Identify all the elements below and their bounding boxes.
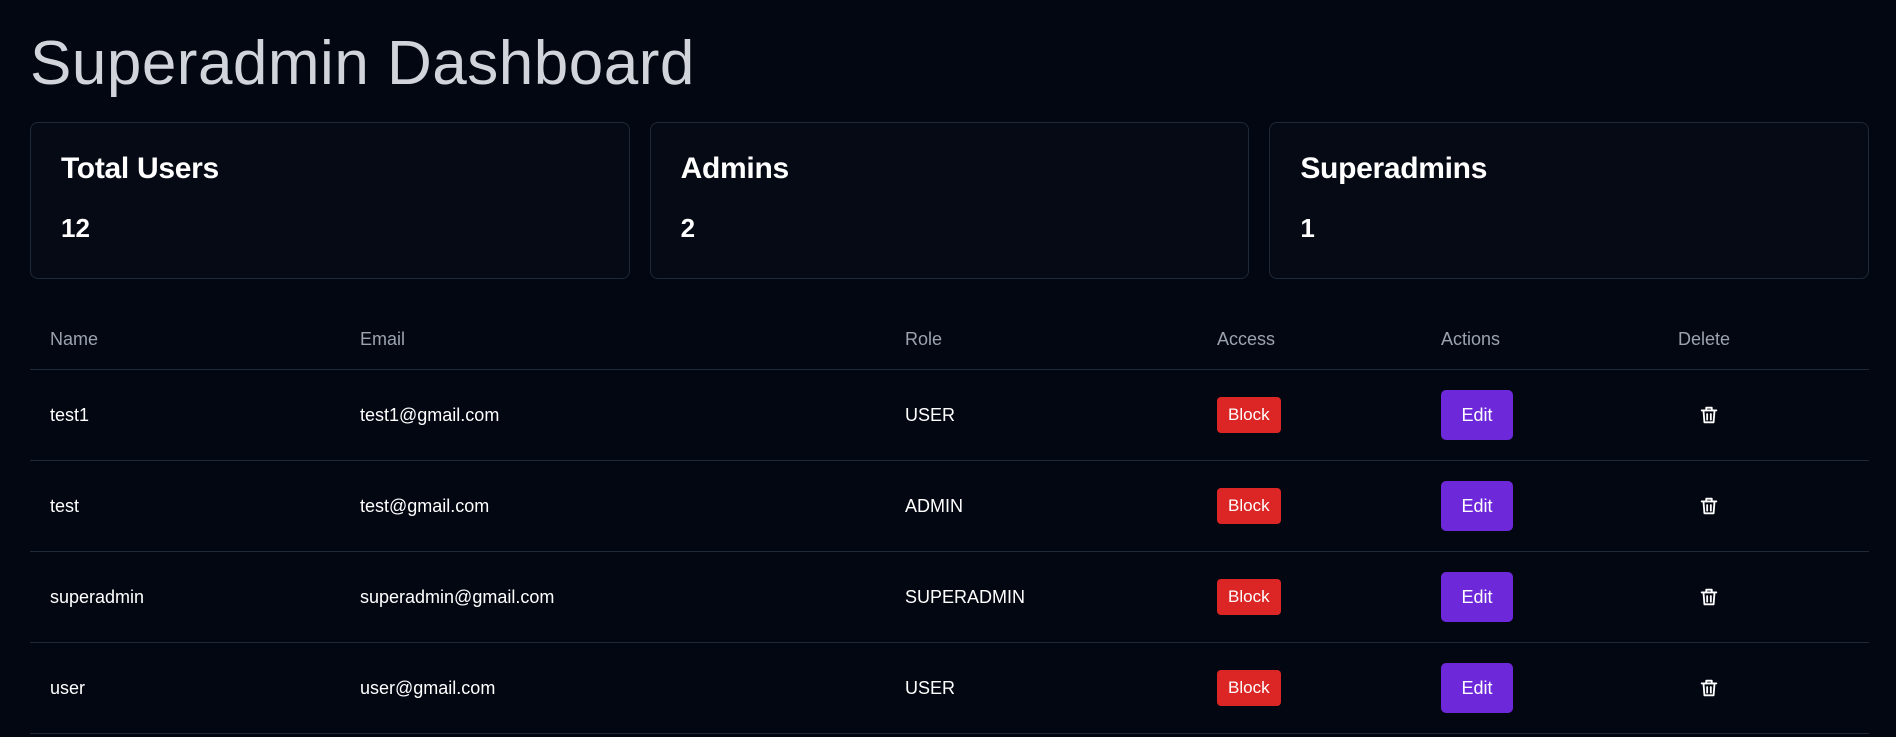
stat-card-total-users: Total Users 12 [30, 122, 630, 279]
table-header-row: Name Email Role Access Actions Delete [30, 310, 1869, 370]
header-name: Name [50, 329, 99, 349]
stat-title: Admins [680, 152, 790, 185]
table-row: test1 test1@gmail.com USER Block Edit [30, 370, 1869, 461]
block-button[interactable]: Block [1217, 579, 1281, 615]
cell-access: Block [1197, 579, 1421, 615]
page-title: Superadmin Dashboard [30, 29, 695, 98]
trash-icon[interactable] [1698, 495, 1720, 517]
cell-name: test [50, 495, 80, 516]
cell-delete [1658, 586, 1869, 608]
cell-email: superadmin@gmail.com [360, 586, 555, 607]
cell-role: SUPERADMIN [905, 586, 1026, 607]
edit-button[interactable]: Edit [1441, 481, 1513, 531]
cell-name: superadmin [50, 586, 145, 607]
block-button[interactable]: Block [1217, 397, 1281, 433]
cell-role: ADMIN [905, 495, 963, 516]
stat-value: 2 [680, 213, 696, 243]
cell-access: Block [1197, 488, 1421, 524]
users-table: Name Email Role Access Actions Delete te… [30, 310, 1869, 734]
header-email: Email [360, 329, 406, 349]
edit-button[interactable]: Edit [1441, 572, 1513, 622]
cell-access: Block [1197, 397, 1421, 433]
table-row: user user@gmail.com USER Block Edit [30, 643, 1869, 734]
stats-cards: Total Users 12 Admins 2 Superadmins 1 [30, 122, 1870, 279]
dashboard-page: Superadmin Dashboard Total Users 12 Admi… [0, 0, 1896, 737]
trash-icon[interactable] [1698, 586, 1720, 608]
cell-delete [1658, 404, 1869, 426]
cell-delete [1658, 677, 1869, 699]
header-access: Access [1217, 329, 1276, 349]
block-button[interactable]: Block [1217, 488, 1281, 524]
cell-actions: Edit [1421, 390, 1658, 440]
cell-role: USER [905, 404, 956, 425]
cell-actions: Edit [1421, 481, 1658, 531]
stat-value: 12 [61, 213, 90, 243]
cell-email: test@gmail.com [360, 495, 490, 516]
cell-name: user [50, 677, 86, 698]
trash-icon[interactable] [1698, 404, 1720, 426]
stat-title: Superadmins [1300, 152, 1488, 185]
cell-email: user@gmail.com [360, 677, 496, 698]
cell-role: USER [905, 677, 956, 698]
cell-delete [1658, 495, 1869, 517]
header-actions: Actions [1441, 329, 1501, 349]
header-role: Role [905, 329, 943, 349]
cell-access: Block [1197, 670, 1421, 706]
edit-button[interactable]: Edit [1441, 663, 1513, 713]
trash-icon[interactable] [1698, 677, 1720, 699]
block-button[interactable]: Block [1217, 670, 1281, 706]
edit-button[interactable]: Edit [1441, 390, 1513, 440]
table-row: test test@gmail.com ADMIN Block Edit [30, 461, 1869, 552]
cell-actions: Edit [1421, 572, 1658, 622]
table-row: superadmin superadmin@gmail.com SUPERADM… [30, 552, 1869, 643]
cell-email: test1@gmail.com [360, 404, 500, 425]
stat-title: Total Users [61, 152, 219, 185]
cell-name: test1 [50, 404, 90, 425]
cell-actions: Edit [1421, 663, 1658, 713]
stat-card-admins: Admins 2 [649, 122, 1250, 279]
stat-card-superadmins: Superadmins 1 [1269, 122, 1870, 279]
stat-value: 1 [1300, 213, 1315, 243]
header-delete: Delete [1678, 329, 1731, 349]
